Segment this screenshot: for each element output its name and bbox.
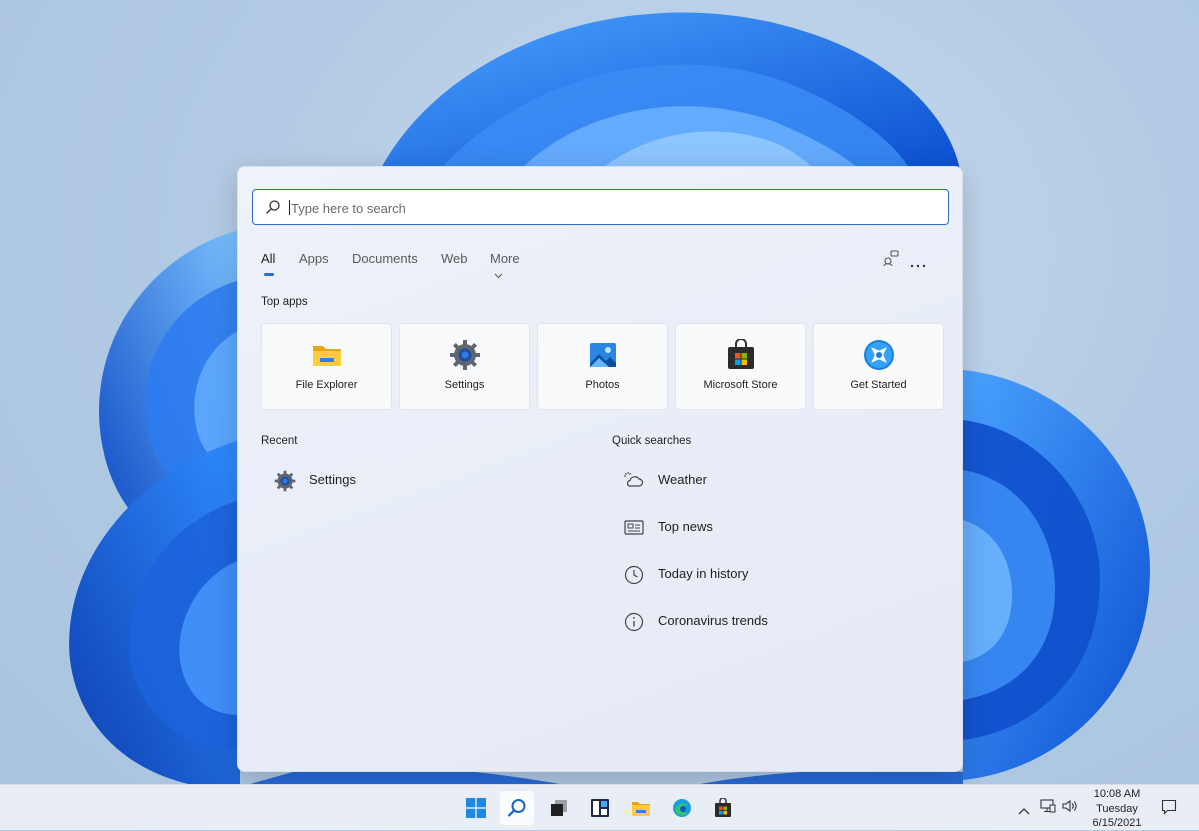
tab-web-label: Web: [441, 251, 468, 266]
chevron-down-icon: [494, 267, 503, 282]
news-icon: [623, 517, 645, 539]
get-started-icon: [863, 339, 895, 371]
clock-date: 6/15/2021: [1092, 817, 1142, 829]
tab-apps-label: Apps: [299, 251, 329, 266]
search-input[interactable]: [289, 197, 933, 219]
task-view-icon[interactable]: [542, 791, 576, 825]
gear-icon: [274, 470, 296, 492]
text-caret: [289, 200, 290, 215]
quick-search-weather[interactable]: Weather: [623, 468, 923, 494]
tile-label: Microsoft Store: [703, 379, 778, 391]
recent-item-label: Settings: [309, 472, 356, 487]
clock-day: Tuesday: [1096, 802, 1138, 815]
tab-all-label: All: [261, 251, 276, 266]
search-box[interactable]: [252, 189, 949, 225]
tile-label: Get Started: [850, 379, 907, 391]
app-tile-settings[interactable]: Settings: [399, 323, 530, 410]
info-icon: [623, 611, 645, 633]
notification-icon[interactable]: [1161, 799, 1177, 820]
file-explorer-icon[interactable]: [624, 791, 658, 825]
tile-label: Settings: [444, 379, 485, 391]
clock[interactable]: 10:08 AM Tuesday 6/15/2021: [1087, 787, 1147, 831]
more-options-icon[interactable]: [910, 255, 926, 273]
tab-more-label: More: [490, 251, 520, 266]
search-icon: [265, 199, 281, 220]
tab-apps[interactable]: Apps: [299, 251, 329, 266]
active-tab-indicator: [264, 273, 274, 276]
app-tile-photos[interactable]: Photos: [537, 323, 668, 410]
quick-search-label: Today in history: [658, 566, 749, 581]
search-icon[interactable]: [500, 791, 534, 825]
taskbar: 10:08 AM Tuesday 6/15/2021: [0, 784, 1199, 830]
windows-start-icon[interactable]: [459, 791, 493, 825]
tab-all[interactable]: All: [261, 251, 275, 266]
clock-icon: [623, 564, 645, 586]
tile-label: Photos: [585, 379, 620, 391]
clock-time: 10:08 AM: [1093, 788, 1141, 800]
app-tile-file-explorer[interactable]: File Explorer: [261, 323, 392, 410]
quick-search-label: Coronavirus trends: [658, 613, 768, 628]
app-tile-microsoft-store[interactable]: Microsoft Store: [675, 323, 806, 410]
edge-icon[interactable]: [665, 791, 699, 825]
quick-search-label: Top news: [658, 519, 713, 534]
recent-item-settings[interactable]: Settings: [274, 468, 554, 494]
quick-search-today-in-history[interactable]: Today in history: [623, 562, 923, 588]
photos-icon: [587, 339, 619, 371]
tab-web[interactable]: Web: [441, 251, 468, 266]
tile-label: File Explorer: [295, 379, 358, 391]
network-icon[interactable]: [1040, 799, 1056, 818]
recent-title: Recent: [261, 435, 298, 447]
search-panel: All Apps Documents Web More Top apps Fil…: [237, 166, 963, 772]
widgets-icon[interactable]: [583, 791, 617, 825]
folder-icon: [311, 339, 343, 371]
volume-icon[interactable]: [1062, 799, 1078, 818]
top-apps-title: Top apps: [261, 296, 308, 308]
tab-more[interactable]: More: [490, 251, 520, 282]
store-icon[interactable]: [706, 791, 740, 825]
tab-documents[interactable]: Documents: [352, 251, 418, 266]
quick-searches-title: Quick searches: [612, 435, 692, 447]
weather-icon: [623, 470, 645, 492]
chevron-up-icon[interactable]: [1018, 802, 1030, 820]
app-tile-get-started[interactable]: Get Started: [813, 323, 944, 410]
account-switch-icon[interactable]: [882, 249, 900, 272]
store-bag-icon: [725, 338, 757, 371]
tab-documents-label: Documents: [352, 251, 418, 266]
gear-icon: [449, 339, 481, 371]
quick-search-coronavirus-trends[interactable]: Coronavirus trends: [623, 609, 923, 635]
quick-search-label: Weather: [658, 472, 707, 487]
quick-search-top-news[interactable]: Top news: [623, 515, 923, 541]
